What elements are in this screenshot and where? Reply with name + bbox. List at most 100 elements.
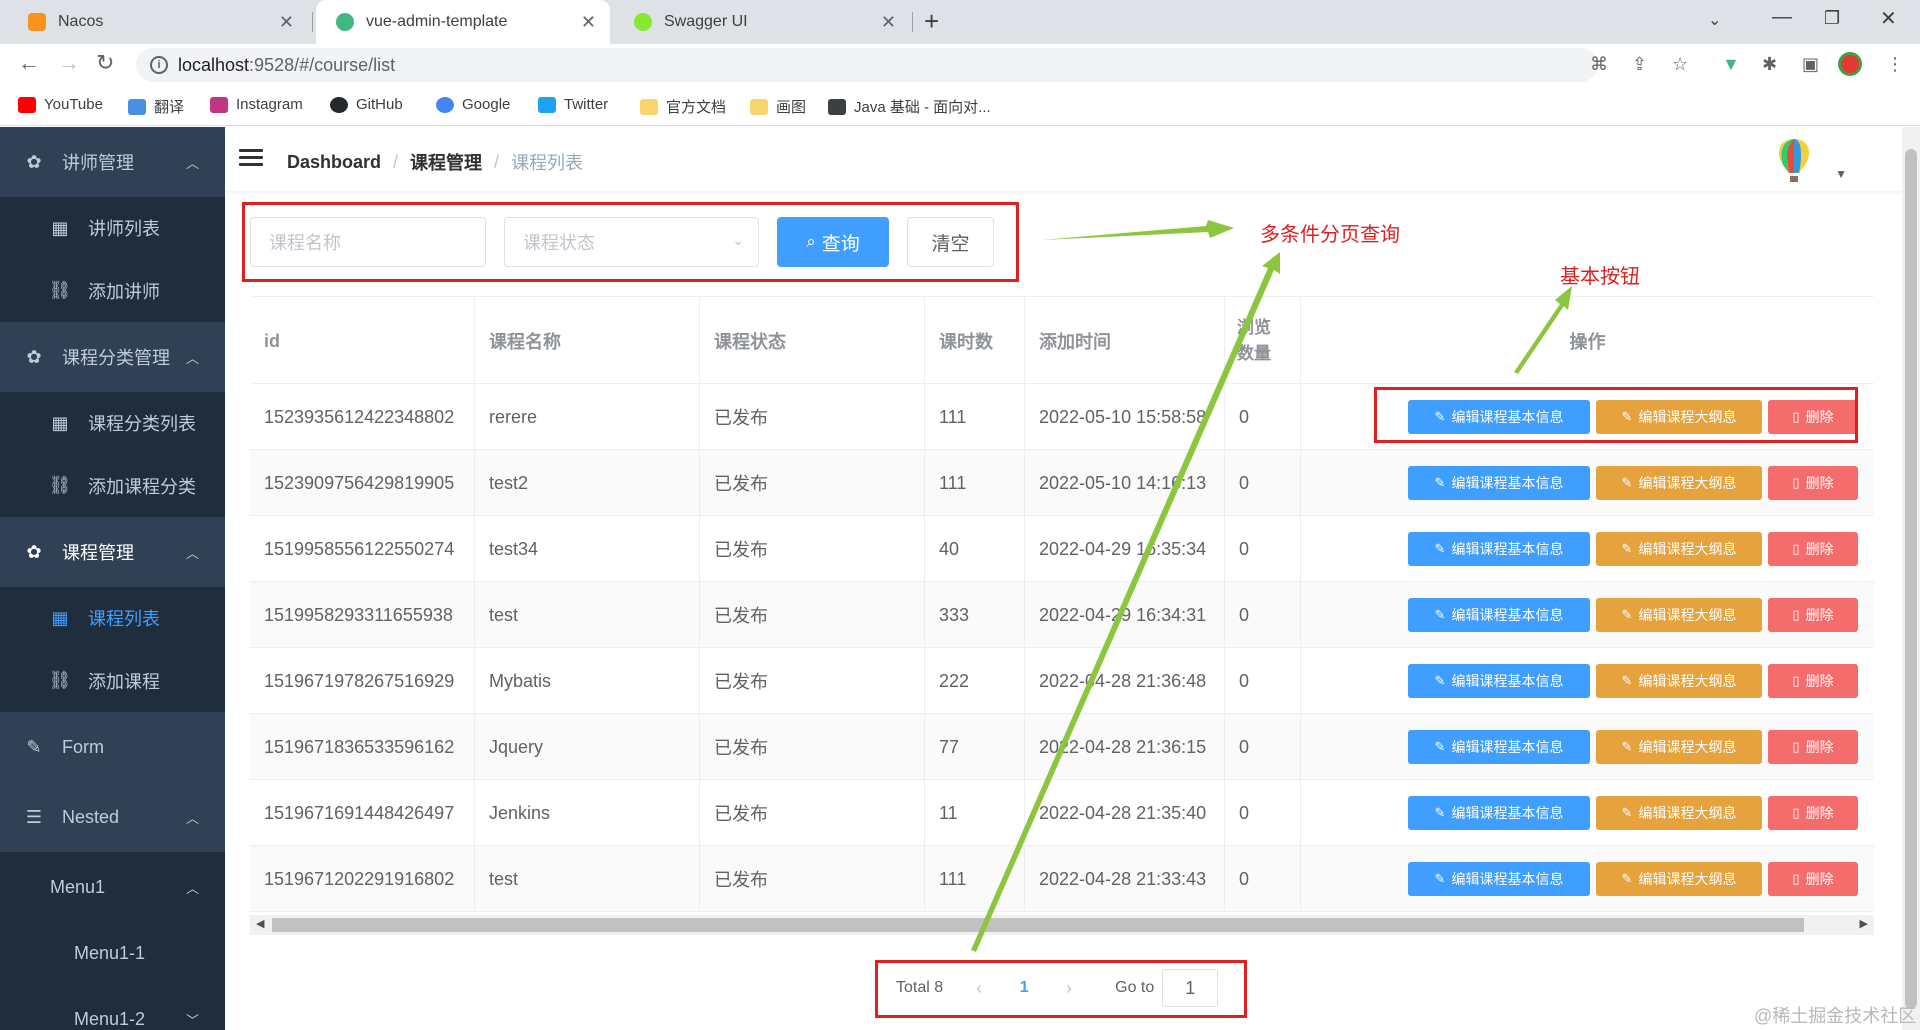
page-vertical-scrollbar[interactable]: [1902, 127, 1920, 1030]
breadcrumb-separator: /: [494, 151, 500, 172]
sidebar-item-add-teacher[interactable]: ⛓ 添加讲师: [0, 259, 225, 322]
bookmark-folder-docs[interactable]: 官方文档: [640, 96, 726, 117]
sidebar-item-menu1-1[interactable]: Menu1-1: [0, 922, 225, 984]
scrollbar-thumb[interactable]: [272, 918, 1804, 932]
edit-course-outline-button[interactable]: ✎ 编辑课程大纲息: [1596, 862, 1762, 896]
url-omnibox[interactable]: i localhost:9528/#/course/list: [136, 48, 1598, 82]
edit-course-info-button[interactable]: ✎ 编辑课程基本信息: [1408, 862, 1590, 896]
edit-course-outline-button-label: 编辑课程大纲息: [1638, 871, 1737, 887]
bookmark-github[interactable]: GitHub: [330, 96, 403, 113]
hamburger-icon[interactable]: [239, 149, 263, 167]
chevron-up-icon: ︿: [185, 350, 199, 366]
close-tab-icon[interactable]: ✕: [881, 12, 896, 33]
tab-swagger-ui[interactable]: Swagger UI ✕: [614, 0, 910, 44]
edit-course-outline-button[interactable]: ✎ 编辑课程大纲息: [1596, 796, 1762, 830]
vue-devtools-icon[interactable]: ▼: [1722, 54, 1740, 75]
back-icon[interactable]: ←: [18, 50, 40, 76]
scroll-right-arrow-icon[interactable]: ▶: [1860, 917, 1868, 930]
edit-course-info-button[interactable]: ✎ 编辑课程基本信息: [1408, 664, 1590, 698]
bookmark-folder-draw[interactable]: 画图: [750, 96, 806, 117]
sidebar-item-form[interactable]: ✎ Form: [0, 712, 225, 782]
extensions-icon[interactable]: ✱: [1762, 54, 1777, 75]
bookmark-twitter[interactable]: Twitter: [538, 96, 608, 113]
cell-id: 1523935612422348802: [250, 384, 475, 450]
sidebar-item-add-course[interactable]: ⛓ 添加课程: [0, 649, 225, 712]
url-text[interactable]: localhost:9528/#/course/list: [178, 55, 395, 76]
reload-icon[interactable]: ↻: [96, 50, 114, 76]
sidebar-item-teacher-management[interactable]: ✿ 讲师管理 ︿: [0, 127, 225, 197]
edit-course-info-button[interactable]: ✎ 编辑课程基本信息: [1408, 466, 1590, 500]
delete-button[interactable]: ▯ 删除: [1768, 730, 1858, 764]
nacos-favicon-icon: [28, 13, 46, 31]
caret-down-icon[interactable]: ▼: [1835, 167, 1847, 181]
site-info-icon[interactable]: i: [150, 56, 168, 74]
close-tab-icon[interactable]: ✕: [279, 12, 294, 33]
scrollbar-thumb[interactable]: [1905, 149, 1917, 1009]
cell-id: 1519958556122550274: [250, 516, 475, 582]
restore-icon[interactable]: ❐: [1824, 8, 1840, 29]
share-icon[interactable]: ⇪: [1632, 54, 1647, 75]
edit-course-outline-button[interactable]: ✎ 编辑课程大纲息: [1596, 466, 1762, 500]
edit-course-info-button[interactable]: ✎ 编辑课程基本信息: [1408, 730, 1590, 764]
new-tab-button[interactable]: +: [924, 6, 939, 37]
bookmark-instagram[interactable]: Instagram: [210, 96, 303, 113]
bookmark-google[interactable]: Google: [436, 96, 510, 113]
edit-course-info-button[interactable]: ✎ 编辑课程基本信息: [1408, 532, 1590, 566]
sidebar-item-add-category[interactable]: ⛓ 添加课程分类: [0, 454, 225, 517]
sidebar-item-teacher-list[interactable]: ▦ 讲师列表: [0, 197, 225, 259]
translate-icon[interactable]: ⌘: [1590, 54, 1608, 75]
edit-course-outline-button[interactable]: ✎ 编辑课程大纲息: [1596, 532, 1762, 566]
close-tab-icon[interactable]: ✕: [581, 12, 596, 33]
tab-search-chevron-icon[interactable]: ⌄: [1708, 10, 1721, 30]
bookmark-star-icon[interactable]: ☆: [1672, 54, 1688, 75]
sidebar-item-nested[interactable]: ☰ Nested ︿: [0, 782, 225, 852]
trash-icon: ▯: [1792, 673, 1800, 688]
menu-kebab-icon[interactable]: ⋮: [1886, 54, 1904, 75]
cell-lessons: 111: [925, 450, 1025, 516]
sidebar-item-menu1-2[interactable]: Menu1-2 ﹀: [0, 984, 225, 1030]
cell-views: 0: [1225, 648, 1301, 714]
sidebar-item-category-management[interactable]: ✿ 课程分类管理 ︿: [0, 322, 225, 392]
bookmark-youtube[interactable]: YouTube: [18, 96, 103, 113]
delete-button[interactable]: ▯ 删除: [1768, 598, 1858, 632]
cell-id: 1519671836533596162: [250, 714, 475, 780]
bookmark-translate[interactable]: 翻译: [128, 96, 184, 117]
tab-vue-admin-template[interactable]: vue-admin-template ✕: [316, 0, 610, 44]
user-avatar[interactable]: [1769, 135, 1819, 185]
side-panel-icon[interactable]: ▣: [1802, 54, 1819, 75]
delete-button[interactable]: ▯ 删除: [1768, 664, 1858, 698]
profile-avatar-icon[interactable]: [1838, 52, 1862, 76]
annotation-box-pagination: [875, 960, 1247, 1018]
delete-button[interactable]: ▯ 删除: [1768, 466, 1858, 500]
youtube-icon: [18, 96, 36, 113]
edit-icon: ✎: [1434, 475, 1446, 490]
tab-nacos[interactable]: Nacos ✕: [8, 0, 308, 44]
breadcrumb-course-management[interactable]: 课程管理: [410, 149, 482, 175]
edit-course-info-button[interactable]: ✎ 编辑课程基本信息: [1408, 796, 1590, 830]
cell-title: Jenkins: [475, 780, 700, 846]
delete-button[interactable]: ▯ 删除: [1768, 532, 1858, 566]
sidebar-item-label: 添加课程分类: [88, 476, 196, 497]
edit-course-outline-button[interactable]: ✎ 编辑课程大纲息: [1596, 664, 1762, 698]
forward-icon[interactable]: →: [58, 50, 80, 76]
edit-course-info-button[interactable]: ✎ 编辑课程基本信息: [1408, 598, 1590, 632]
minimize-icon[interactable]: —: [1772, 6, 1792, 29]
sidebar-item-course-management[interactable]: ✿ 课程管理 ︿: [0, 517, 225, 587]
delete-button[interactable]: ▯ 删除: [1768, 862, 1858, 896]
bookmark-java-basics[interactable]: Java 基础 - 面向对...: [828, 96, 991, 117]
table-row: 1519958293311655938 test 已发布 333 2022-04-29 …: [250, 582, 1874, 648]
column-header-status: 课程状态: [700, 297, 925, 385]
edit-course-outline-button[interactable]: ✎ 编辑课程大纲息: [1596, 598, 1762, 632]
sidebar-item-category-list[interactable]: ▦ 课程分类列表: [0, 392, 225, 454]
table-horizontal-scrollbar[interactable]: ◀ ▶: [250, 915, 1874, 935]
edit-course-outline-button[interactable]: ✎ 编辑课程大纲息: [1596, 730, 1762, 764]
breadcrumb-dashboard[interactable]: Dashboard: [287, 152, 381, 173]
sidebar-item-menu1[interactable]: Menu1 ︿: [0, 852, 225, 922]
delete-button[interactable]: ▯ 删除: [1768, 796, 1858, 830]
sidebar-item-course-list[interactable]: ▦ 课程列表: [0, 587, 225, 649]
scroll-left-arrow-icon[interactable]: ◀: [256, 917, 264, 930]
app-sidebar: ✿ 讲师管理 ︿ ▦ 讲师列表 ⛓ 添加讲师 ✿ 课程分类管理 ︿ ▦ 课程分类列表 ⛓ 添加课…: [0, 127, 225, 1030]
sidebar-item-label: Menu1-1: [74, 942, 146, 963]
main-navbar: Dashboard / 课程管理 / 课程列表 ▼: [225, 127, 1905, 191]
close-window-icon[interactable]: ✕: [1880, 6, 1897, 31]
